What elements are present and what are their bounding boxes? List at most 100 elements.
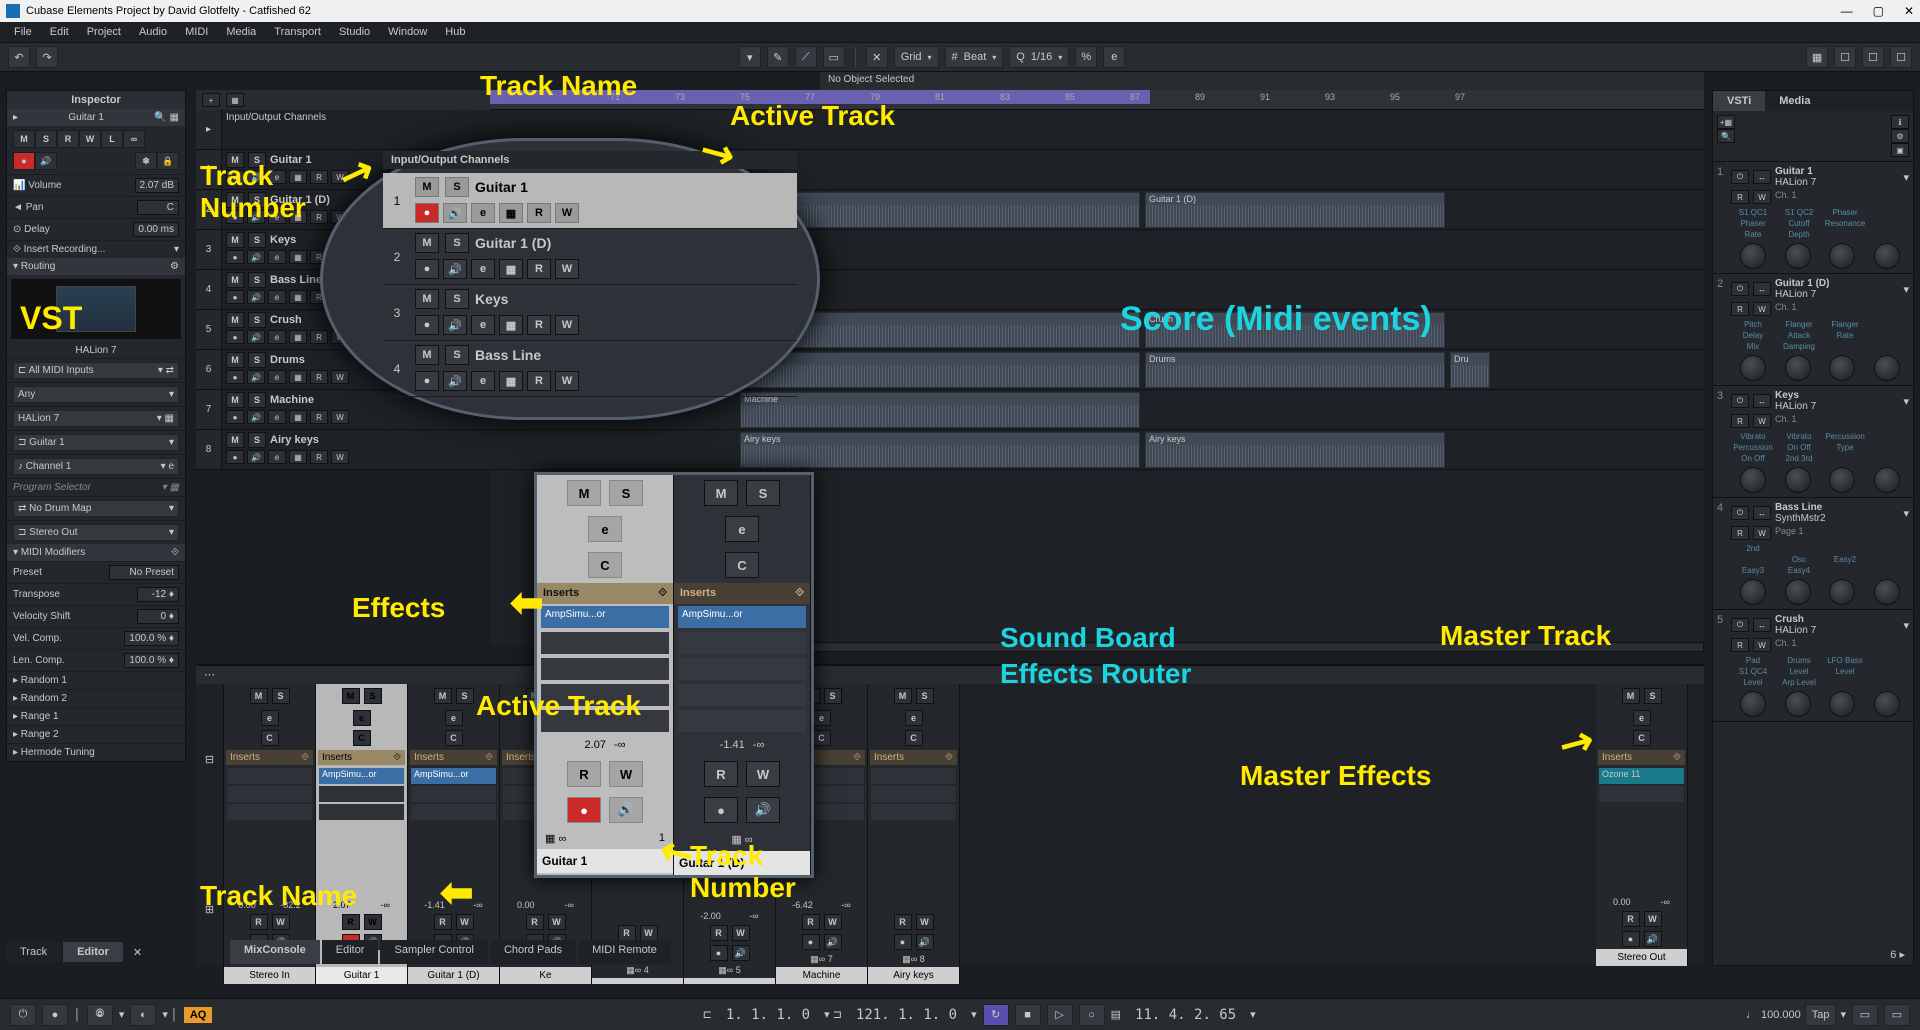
knob[interactable] [1874,243,1900,269]
write-button[interactable]: W [609,761,643,787]
right-locator[interactable]: 121. 1. 1. 0 [848,1007,965,1023]
edit-button[interactable]: e [261,710,279,726]
edit-button[interactable]: e [905,710,923,726]
knob[interactable] [1874,691,1900,717]
w-button[interactable]: W [79,130,101,148]
monitor-button[interactable]: 🔊 [247,450,265,464]
read-button[interactable]: R [310,450,328,464]
track-row[interactable]: 8 MSAiry keys ●🔊e▦RW [196,430,490,470]
write-button[interactable]: W [331,410,349,424]
position-display[interactable]: 11. 4. 2. 65 [1127,1007,1244,1023]
edit-button[interactable]: e [471,371,495,391]
insert-slot[interactable] [1599,786,1684,802]
m-button[interactable]: M [13,130,35,148]
section-toggle[interactable]: ▸ Random 1 [7,671,185,689]
insert-slot[interactable] [871,768,956,784]
zoom-out-button[interactable]: ▭ [1884,1004,1910,1026]
mute-button[interactable]: M [434,688,452,704]
rec-button[interactable]: ● [415,315,439,335]
section-toggle[interactable]: ▸ Hermode Tuning [7,743,185,761]
write-button[interactable]: W [331,370,349,384]
read-button[interactable]: R [710,925,728,941]
lower-tab[interactable]: MixConsole [230,940,320,964]
knob[interactable] [1874,579,1900,605]
layout-button[interactable]: ☐ [1862,46,1884,68]
record-button[interactable]: ○ [1079,1004,1105,1026]
menu-audio[interactable]: Audio [131,24,175,40]
knob[interactable] [1740,579,1766,605]
mute-button[interactable]: M [226,152,244,168]
tempo-value[interactable]: 100.000 [1761,1009,1801,1021]
power-icon[interactable]: ⏻ [1731,282,1749,296]
write-button[interactable]: W [331,450,349,464]
output-select[interactable]: ⊐ Stereo Out▾ [13,524,179,541]
read-button[interactable]: R [894,914,912,930]
midi-any-select[interactable]: Any▾ [13,386,179,403]
rec-button[interactable]: ● [894,934,912,950]
section-toggle[interactable]: ▸ Range 2 [7,725,185,743]
solo-button[interactable]: S [248,432,266,448]
record-enable-button[interactable]: ● [13,152,35,170]
write-button[interactable]: W [1644,911,1662,927]
midi-clip[interactable]: Drums [1145,352,1445,388]
edit-button[interactable]: e [588,516,622,542]
monitor-button[interactable]: 🔊 [35,152,57,170]
knob[interactable] [1785,355,1811,381]
tap-button[interactable]: Tap [1805,1004,1837,1026]
edit-button[interactable]: e [268,170,286,184]
zoom-track-row[interactable]: 2 MSGuitar 1 (D) ●🔊e▦RW [383,229,797,285]
knob[interactable] [1740,355,1766,381]
insert-slot[interactable] [227,768,312,784]
solo-button[interactable]: S [364,688,382,704]
minimize-button[interactable]: — [1841,4,1853,18]
lower-tab[interactable]: Sampler Control [380,940,487,964]
mute-button[interactable]: M [415,289,439,309]
instrument-thumbnail[interactable] [11,279,181,339]
insert-slot[interactable]: AmpSimu...or [319,768,404,784]
master-channel-strip[interactable]: MS e C Inserts⟐ Ozone 11 0.00-∞ RW ●🔊 St… [1596,684,1688,966]
monitor-button[interactable]: 🔊 [609,797,643,823]
midi-input-select[interactable]: ⊏ All MIDI Inputs▾ ⇄ [13,362,179,379]
stop-button[interactable]: ■ [1015,1004,1041,1026]
solo-button[interactable]: S [609,480,643,506]
add-track-button[interactable]: + [202,93,220,107]
write-button[interactable]: W [555,203,579,223]
midi-clip[interactable]: Airy keys [740,432,1140,468]
lower-tab[interactable]: MIDI Remote [578,940,671,964]
edit-button[interactable]: e [1633,710,1651,726]
precount-button[interactable]: ◐ [130,1004,156,1026]
mute-button[interactable]: M [226,232,244,248]
solo-button[interactable]: S [824,688,842,704]
read-button[interactable]: R [310,170,328,184]
write-button[interactable]: W [272,914,290,930]
insert-slot[interactable]: AmpSimu...or [411,768,496,784]
edit-button[interactable]: e [471,315,495,335]
tab-editor[interactable]: Editor [63,942,123,962]
layout-button[interactable]: ▦ [1806,46,1828,68]
inserts-label[interactable]: Inserts⟐ [1598,750,1685,765]
knob[interactable] [1785,243,1811,269]
read-button[interactable]: R [567,761,601,787]
snap-beat-select[interactable]: #Beat▾ [945,46,1004,68]
mute-button[interactable]: M [415,177,439,197]
monitor-button[interactable]: 🔊 [1644,931,1662,947]
rec-button[interactable]: ● [415,259,439,279]
monitor-button[interactable]: 🔊 [247,210,265,224]
inst-button[interactable]: ▦ [499,259,523,279]
delay-value[interactable]: 0.00 ms [133,222,179,237]
read-button[interactable]: R [1622,911,1640,927]
zoom-track-row[interactable]: 4 MSBass Line ●🔊e▦RW [383,341,797,397]
edit-button[interactable]: e [471,259,495,279]
knob[interactable] [1785,691,1811,717]
drummap-select[interactable]: ⇄ No Drum Map▾ [13,500,179,517]
insert-slot[interactable]: Ozone 11 [1599,768,1684,784]
pan-value[interactable]: C [137,200,179,215]
edit-button[interactable]: e [268,450,286,464]
write-button[interactable]: W [640,925,658,941]
mute-button[interactable]: M [250,688,268,704]
midi-clip[interactable]: Crush [1145,312,1445,348]
out-select[interactable]: ⊐ Guitar 1▾ [13,434,179,451]
rec-button[interactable]: ● [567,797,601,823]
solo-button[interactable]: S [445,289,469,309]
inspector-track-name[interactable]: ▸ Guitar 1🔍 ▦ [7,109,185,126]
